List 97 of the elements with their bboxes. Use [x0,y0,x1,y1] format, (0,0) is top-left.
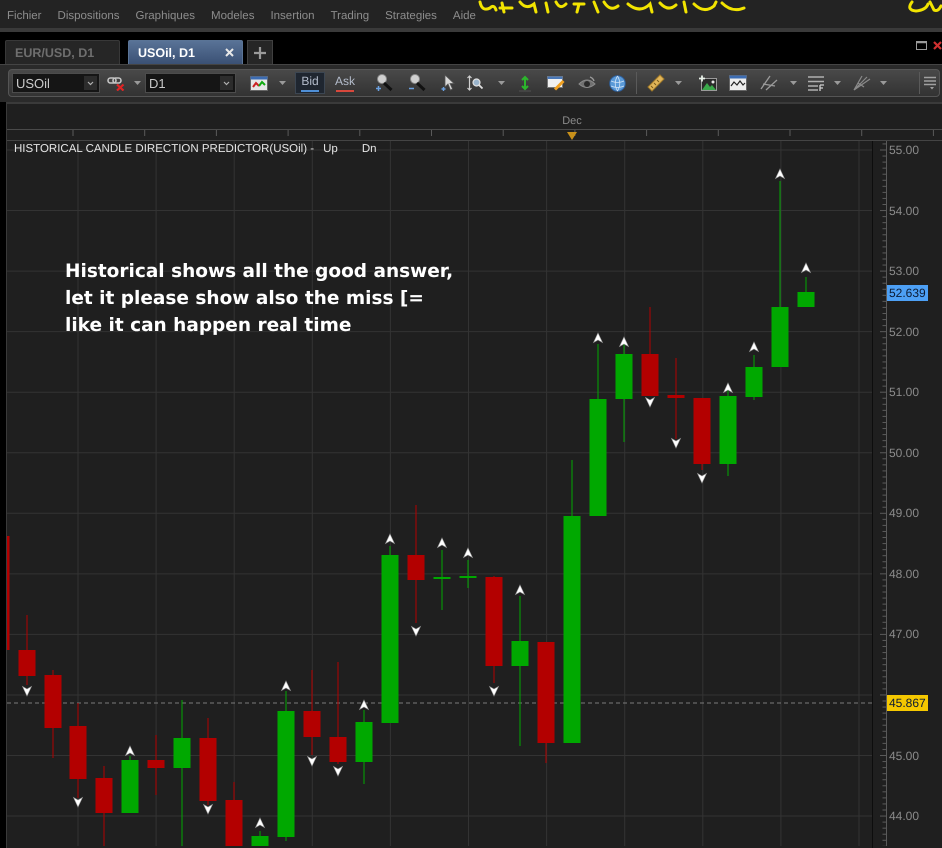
candle [746,354,762,400]
plus-icon [254,46,266,58]
price-side-button[interactable]: Bid [295,72,325,94]
price-tag: 45.867 [887,695,928,711]
close-icon[interactable] [933,41,942,50]
down-arrow-icon [410,626,422,637]
up-arrow-icon [800,262,812,274]
handwriting-scribble-drawing [908,0,942,12]
candle [798,276,814,308]
vertical-arrows-icon[interactable] [518,74,532,92]
caret-icon[interactable] [790,81,798,85]
down-arrow-icon [306,756,318,767]
menu-item[interactable]: Aide [452,10,476,22]
down-arrow-icon [488,686,500,697]
caret-icon[interactable] [279,81,286,85]
up-arrow-icon [514,584,526,596]
up-arrow-icon [280,680,292,692]
axis-tick-label: 54.00 [889,204,920,218]
price-side-button[interactable]: Ask [329,72,362,94]
chart-window-icon[interactable] [729,75,748,91]
caret-icon[interactable] [134,81,141,85]
menu-item[interactable]: Insertion [270,10,315,22]
candle [226,782,242,846]
up-arrow-icon [436,537,448,548]
caret-icon [220,76,233,90]
trend-lines-icon[interactable] [760,75,778,91]
list-icon[interactable] [807,75,826,91]
up-arrow-icon [254,817,266,828]
caret-icon[interactable] [675,81,682,85]
up-arrow-icon [774,168,786,180]
price-tag: 52.639 [887,285,928,301]
candle [148,734,164,796]
menu-item[interactable]: Strategies [385,10,437,22]
down-arrow-icon [72,796,84,808]
new-tab-button[interactable] [247,40,273,64]
chart-tab[interactable]: USOil, D1 [128,40,243,64]
down-arrow-icon [332,766,344,777]
vertical-zoom-icon[interactable] [467,75,484,91]
up-arrow-icon [592,332,604,344]
down-arrow-icon [202,804,214,815]
axis-date-label: Dec [562,115,582,127]
menu-item[interactable]: Trading [330,10,370,22]
axis-tick-label: 51.00 [889,385,920,400]
axis-tick-label: 48.00 [889,566,920,581]
candle-chart-icon[interactable] [250,76,268,90]
up-arrow-icon [384,533,396,544]
axis-tick-label: 49.00 [889,506,920,520]
down-arrow-icon [22,686,32,697]
menu-item[interactable]: Dispositions [58,10,120,22]
legend-label: Dn [362,143,377,155]
up-arrow-icon [748,341,760,352]
up-arrow-icon [618,336,630,348]
up-arrow-icon [124,745,136,756]
down-arrow-icon [696,472,708,484]
down-arrow-icon [644,396,656,408]
axis-tick-label: 47.00 [889,627,920,642]
legend-label: Up [323,143,338,155]
candle [434,550,450,610]
axis-tick-label: 44.00 [889,809,920,824]
axis-tick-label: 50.00 [889,446,920,460]
menu-item[interactable]: Graphiques [136,10,195,22]
candle [18,614,36,686]
up-arrow-icon [358,699,370,710]
restore-icon[interactable] [916,41,927,50]
timeframe-dropdown[interactable]: D1 [145,73,236,93]
chart-tab[interactable]: EUR/USD, D1 [5,40,120,64]
eye-icon[interactable] [578,76,596,90]
candle [122,756,138,814]
caret-icon[interactable] [498,81,506,85]
ruler-icon[interactable] [647,74,666,92]
caret-icon [84,76,97,90]
symbol-dropdown[interactable]: USOil [12,73,100,93]
caret-icon[interactable] [834,81,842,85]
image-add-icon[interactable] [699,75,718,91]
up-arrow-icon [722,382,734,394]
menu-item[interactable]: Fichier [7,10,42,22]
axis-tick-label: 55.00 [889,143,920,157]
menu-icon[interactable] [924,76,936,90]
axis-tick-label: 53.00 [889,264,920,278]
axis-tick-label: 52.00 [889,324,920,339]
triangle-marker-icon [567,132,577,140]
candle [460,560,476,588]
cursor-icon[interactable] [441,74,456,92]
indicator-title: HISTORICAL CANDLE DIRECTION PREDICTOR(USOil) - [14,143,314,155]
up-arrow-icon [462,547,474,558]
menu-item[interactable]: Modeles [210,10,254,22]
link-icon[interactable] [107,75,125,91]
zoom-in-icon[interactable] [375,74,394,92]
annotation-text: Historical shows all the good answer, let it please show also the miss [= like it can happen real time [65,260,454,338]
globe-icon[interactable] [609,74,626,92]
axis-tick-label: 45.00 [889,748,920,762]
down-arrow-icon [670,438,682,449]
fork-lines-icon[interactable] [853,75,872,91]
zoom-out-icon[interactable] [408,74,426,92]
caret-icon[interactable] [880,81,888,85]
edit-icon[interactable] [547,75,566,91]
candle [252,830,268,846]
